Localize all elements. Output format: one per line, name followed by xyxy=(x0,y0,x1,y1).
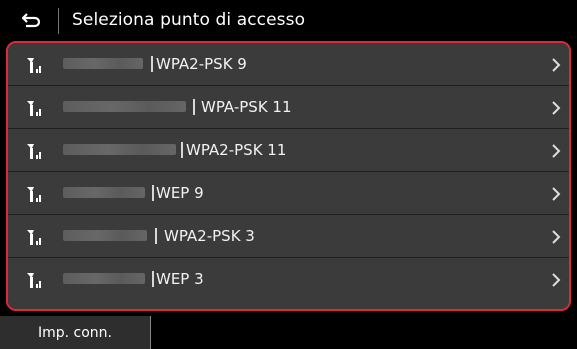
access-point-list: WPA2-PSK 9 WPA-PSK 11 WPA2-PSK 11 WEP 9 xyxy=(6,41,571,311)
ssid-separator xyxy=(155,228,157,244)
header-bar: Seleziona punto di accesso xyxy=(0,0,577,38)
antenna-signal-icon xyxy=(27,230,41,245)
antenna-signal-icon xyxy=(27,187,41,202)
chevron-right-icon xyxy=(552,144,561,158)
security-label: WPA2-PSK 9 xyxy=(156,55,247,73)
security-label: WPA2-PSK 3 xyxy=(164,227,255,245)
security-label: WEP 9 xyxy=(156,184,204,202)
security-label: WPA-PSK 11 xyxy=(201,98,292,116)
antenna-signal-icon xyxy=(27,144,41,159)
ssid-masked xyxy=(63,58,143,69)
ssid-separator xyxy=(152,271,154,287)
access-point-row[interactable]: WPA2-PSK 3 xyxy=(8,215,569,258)
ssid-separator xyxy=(193,99,195,115)
ssid-masked xyxy=(63,101,186,112)
back-button[interactable] xyxy=(12,7,52,33)
antenna-signal-icon xyxy=(27,273,41,288)
header-divider xyxy=(58,8,59,34)
access-point-row[interactable]: WPA2-PSK 11 xyxy=(8,129,569,172)
ssid-separator xyxy=(151,56,153,72)
ssid-separator xyxy=(152,185,154,201)
chevron-right-icon xyxy=(552,273,561,287)
access-point-row[interactable]: WPA-PSK 11 xyxy=(8,86,569,129)
ssid-masked xyxy=(63,187,145,198)
ssid-separator xyxy=(181,142,183,158)
chevron-right-icon xyxy=(552,187,561,201)
ssid-masked xyxy=(63,230,147,241)
return-arrow-icon xyxy=(21,13,41,28)
security-label: WEP 3 xyxy=(156,270,204,288)
chevron-right-icon xyxy=(552,58,561,72)
chevron-right-icon xyxy=(552,230,561,244)
antenna-signal-icon xyxy=(27,58,41,73)
security-label: WPA2-PSK 11 xyxy=(186,141,287,159)
footer-bar: Imp. conn. xyxy=(0,316,577,349)
antenna-signal-icon xyxy=(27,101,41,116)
ssid-masked xyxy=(63,273,145,284)
page-title: Seleziona punto di accesso xyxy=(72,10,306,30)
access-point-row[interactable]: WEP 3 xyxy=(8,258,569,309)
access-point-row[interactable]: WEP 9 xyxy=(8,172,569,215)
connection-settings-button[interactable]: Imp. conn. xyxy=(0,316,151,349)
access-point-row[interactable]: WPA2-PSK 9 xyxy=(8,43,569,86)
chevron-right-icon xyxy=(552,101,561,115)
ssid-masked xyxy=(63,144,176,155)
